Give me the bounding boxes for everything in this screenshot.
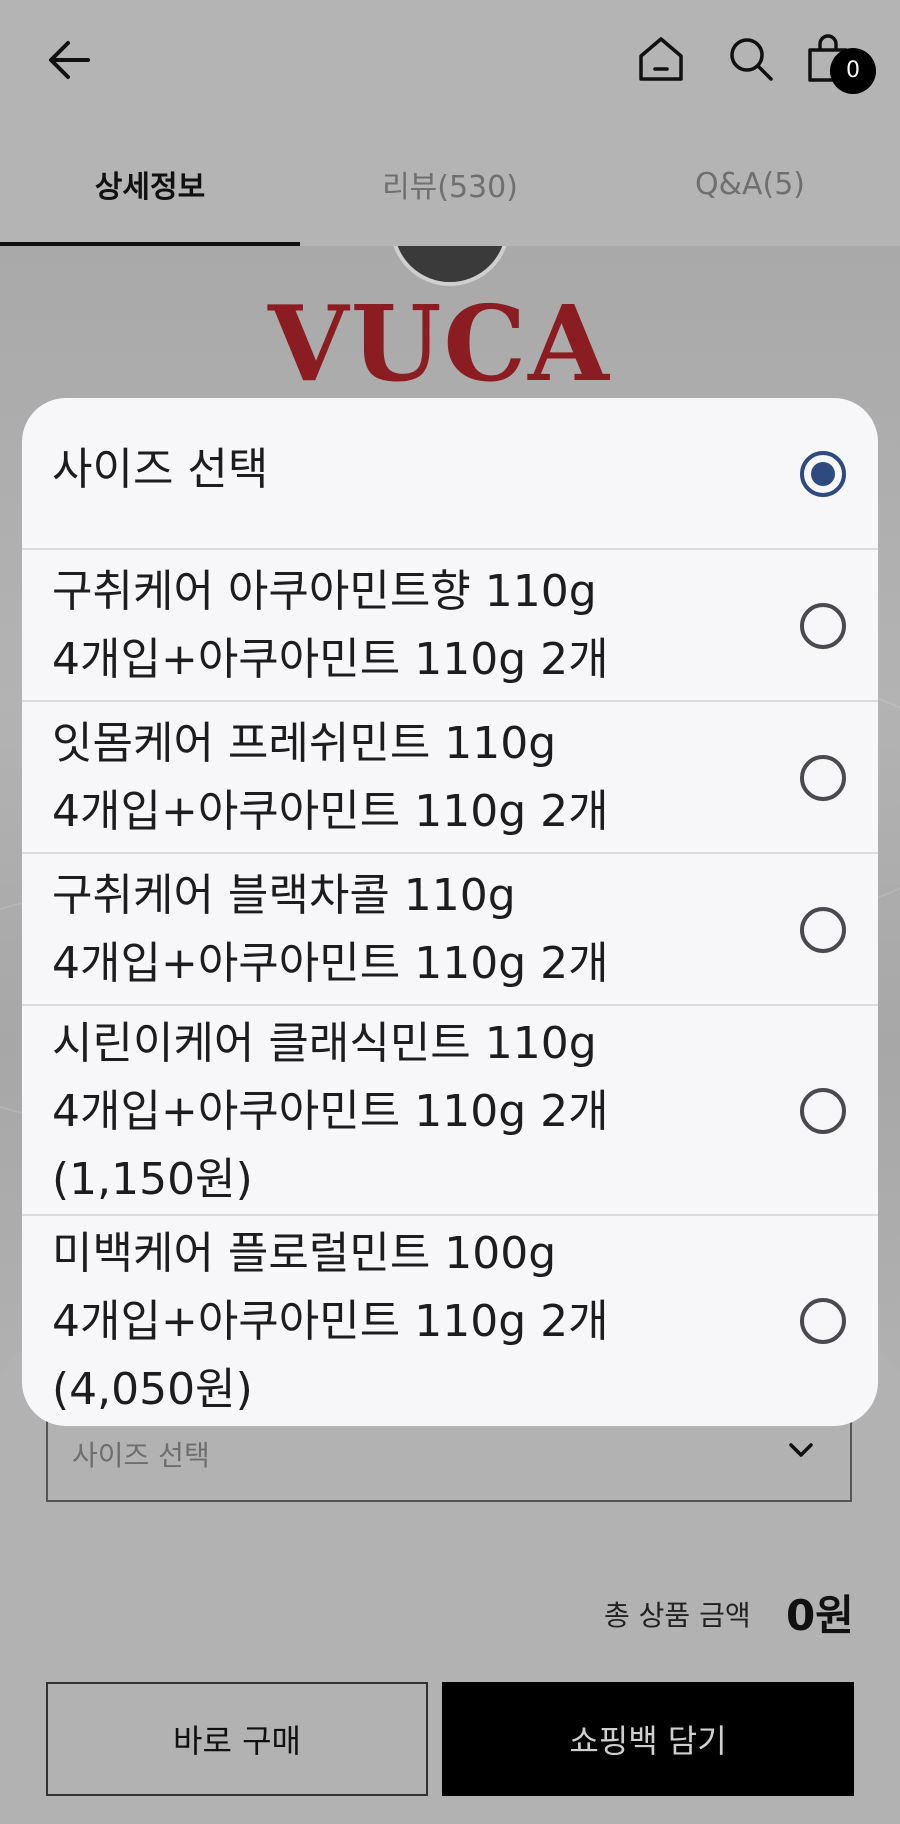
option-label: 시린이케어 클래식민트 110g 4개입+아쿠아민트 110g 2개 (1,15… [52,1018,609,1205]
option-item[interactable]: 구취케어 아쿠아민트향 110g 4개입+아쿠아민트 110g 2개 [22,550,878,702]
option-label: 사이즈 선택 [52,444,269,495]
home-icon[interactable] [636,34,686,84]
option-item[interactable]: 미백케어 플로럴민트 100g 4개입+아쿠아민트 110g 2개 (4,050… [22,1216,878,1426]
total-price-label: 총 상품 금액 [604,1599,751,1632]
brand-logo-text: VUCA [268,282,611,405]
size-option-modal: 사이즈 선택 구취케어 아쿠아민트향 110g 4개입+아쿠아민트 110g 2… [22,398,878,1426]
option-item[interactable]: 구취케어 블랙차콜 110g 4개입+아쿠아민트 110g 2개 [22,854,878,1006]
radio-icon[interactable] [800,907,846,953]
add-to-bag-button[interactable]: 쇼핑백 담기 [442,1682,854,1796]
detail-tabs: 상세정보 리뷰(530) Q&A(5) [0,122,900,246]
option-item[interactable]: 사이즈 선택 [22,398,878,550]
search-icon[interactable] [726,34,776,84]
option-label: 구취케어 블랙차콜 110g 4개입+아쿠아민트 110g 2개 [52,870,609,989]
back-arrow-icon[interactable] [44,34,96,86]
size-select-placeholder: 사이즈 선택 [72,1439,210,1472]
chevron-down-icon [789,1443,813,1457]
option-label: 미백케어 플로럴민트 100g 4개입+아쿠아민트 110g 2개 (4,050… [52,1228,609,1415]
radio-icon[interactable] [800,1298,846,1344]
radio-icon[interactable] [800,451,846,497]
option-label: 잇몸케어 프레쉬민트 110g 4개입+아쿠아민트 110g 2개 [52,718,609,837]
cart-count-badge: 0 [830,48,876,94]
radio-icon[interactable] [800,755,846,801]
option-label: 구취케어 아쿠아민트향 110g 4개입+아쿠아민트 110g 2개 [52,566,609,685]
buy-now-button[interactable]: 바로 구매 [46,1682,428,1796]
tab-qna[interactable]: Q&A(5) [600,122,900,246]
tab-details[interactable]: 상세정보 [0,122,300,246]
option-item[interactable]: 잇몸케어 프레쉬민트 110g 4개입+아쿠아민트 110g 2개 [22,702,878,854]
app-bar: 0 [0,0,900,122]
radio-icon[interactable] [800,1088,846,1134]
total-price-value: 0원 [786,1591,854,1640]
option-item[interactable]: 시린이케어 클래식민트 110g 4개입+아쿠아민트 110g 2개 (1,15… [22,1006,878,1216]
tab-reviews[interactable]: 리뷰(530) [300,122,600,246]
radio-icon[interactable] [800,603,846,649]
brand-seal-logo [390,246,510,286]
